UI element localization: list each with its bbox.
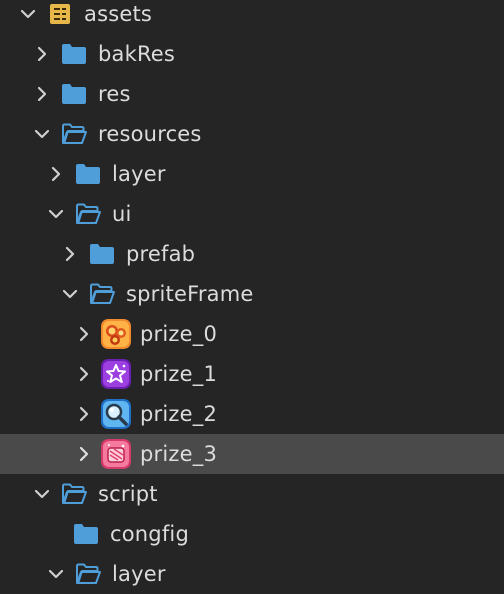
chevron-right-icon[interactable] (74, 364, 94, 384)
chevron-down-icon[interactable] (46, 564, 66, 584)
tree-item-prize-3[interactable]: prize_3 (0, 434, 504, 474)
folder-open-icon (61, 123, 87, 145)
folder-icon (89, 243, 115, 265)
image-thumbnail-icon (101, 439, 131, 469)
folder-open-icon (89, 283, 115, 305)
folder-open-icon (61, 483, 87, 505)
tree-item-label: prize_3 (140, 442, 218, 466)
folder-open-icon (75, 563, 101, 585)
asset-tree: assets bakRes res resources layer ui pre… (0, 0, 504, 594)
tree-item-label: resources (98, 122, 202, 146)
tree-item-label: layer (112, 162, 166, 186)
folder-icon (61, 43, 87, 65)
tree-item-prize-0[interactable]: prize_0 (0, 314, 504, 354)
tree-item-ui[interactable]: ui (0, 194, 504, 234)
chevron-down-icon[interactable] (46, 204, 66, 224)
tree-item-label: prize_0 (140, 322, 218, 346)
chevron-down-icon[interactable] (18, 4, 38, 24)
tree-item-label: spriteFrame (126, 282, 254, 306)
chevron-right-icon[interactable] (74, 324, 94, 344)
chevron-right-icon[interactable] (74, 444, 94, 464)
tree-item-res[interactable]: res (0, 74, 504, 114)
tree-item-prize-2[interactable]: prize_2 (0, 394, 504, 434)
chevron-down-icon[interactable] (32, 124, 52, 144)
chevron-right-icon[interactable] (60, 244, 80, 264)
tree-item-bakres[interactable]: bakRes (0, 34, 504, 74)
tree-item-resources[interactable]: resources (0, 114, 504, 154)
image-thumbnail-icon (101, 359, 131, 389)
tree-item-layer[interactable]: layer (0, 154, 504, 194)
tree-item-script[interactable]: script (0, 474, 504, 514)
tree-item-label: layer (112, 562, 166, 586)
folder-icon (61, 83, 87, 105)
tree-item-label: script (98, 482, 158, 506)
chevron-down-icon[interactable] (32, 484, 52, 504)
tree-item-label: ui (112, 202, 132, 226)
folder-icon (73, 523, 99, 545)
chevron-right-icon[interactable] (32, 84, 52, 104)
folder-icon (75, 163, 101, 185)
image-thumbnail-icon (101, 319, 131, 349)
folder-open-icon (75, 203, 101, 225)
tree-item-label: prize_2 (140, 402, 218, 426)
tree-item-label: congfig (110, 522, 189, 546)
chevron-right-icon[interactable] (32, 44, 52, 64)
chevron-right-icon[interactable] (46, 164, 66, 184)
database-icon (48, 3, 74, 25)
tree-item-prize-1[interactable]: prize_1 (0, 354, 504, 394)
chevron-right-icon[interactable] (74, 404, 94, 424)
image-thumbnail-icon (101, 399, 131, 429)
tree-item-label: prize_1 (140, 362, 218, 386)
tree-item-layer-script[interactable]: layer (0, 554, 504, 594)
tree-item-label: res (98, 82, 131, 106)
tree-item-label: prefab (126, 242, 196, 266)
tree-item-label: assets (84, 2, 153, 26)
tree-item-congfig[interactable]: congfig (0, 514, 504, 554)
tree-item-spriteframe[interactable]: spriteFrame (0, 274, 504, 314)
tree-item-assets[interactable]: assets (0, 0, 504, 34)
chevron-down-icon[interactable] (60, 284, 80, 304)
tree-item-label: bakRes (98, 42, 176, 66)
tree-item-prefab[interactable]: prefab (0, 234, 504, 274)
